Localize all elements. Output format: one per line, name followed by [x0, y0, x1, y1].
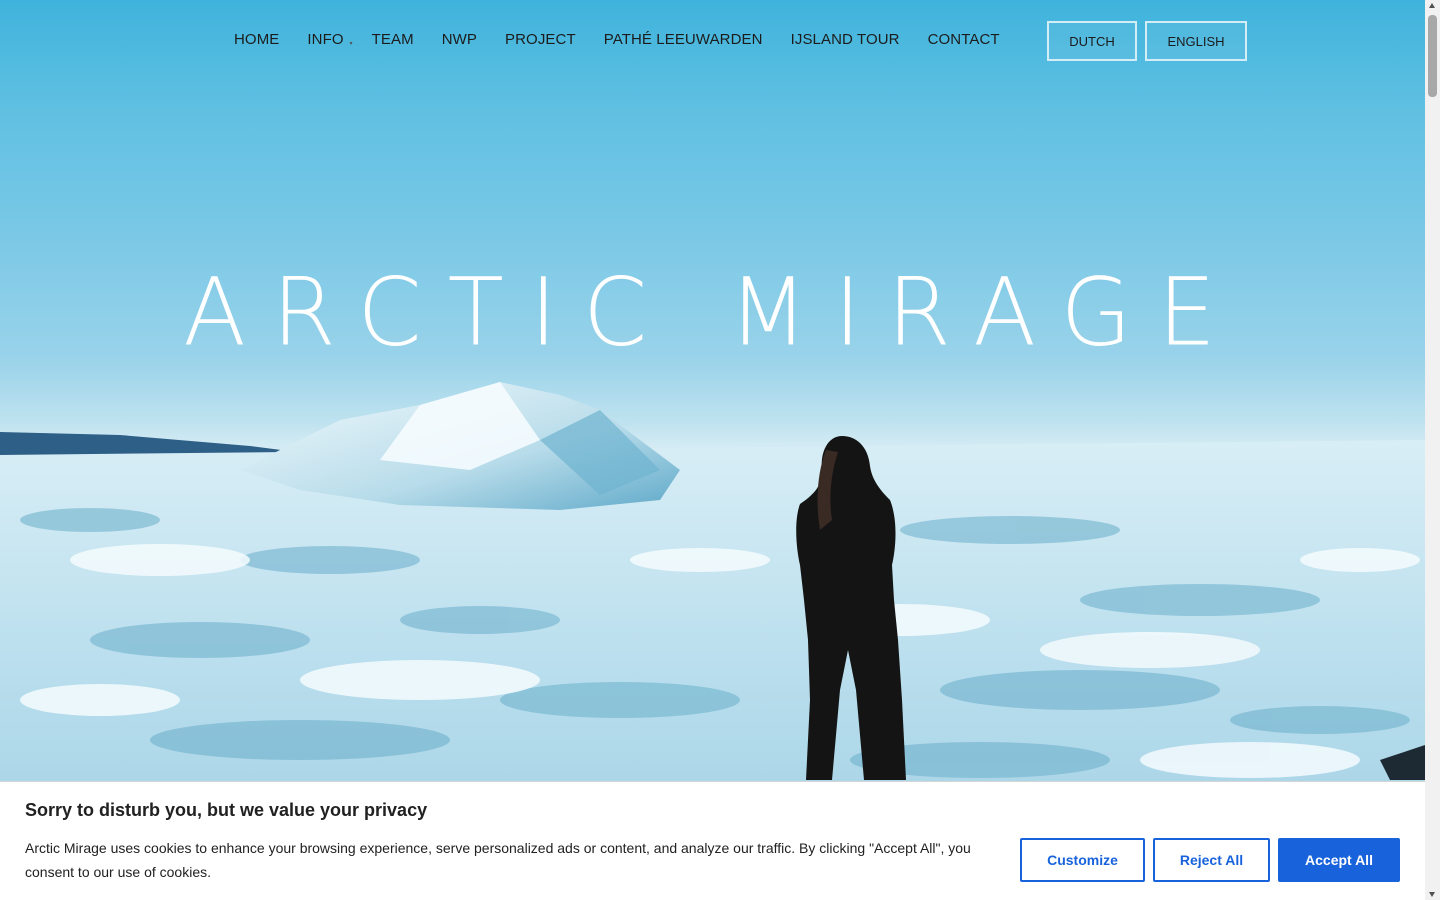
nav-team-label: TEAM: [371, 31, 414, 48]
nav-nwp[interactable]: NWP: [428, 30, 491, 50]
hero-title-text: ARCTIC MIRAGE: [183, 257, 1242, 368]
nav-ijsland-label: IJSLAND TOUR: [790, 31, 900, 48]
nav-pathe-label: PATHÉ LEEUWARDEN: [603, 31, 763, 48]
language-dutch-button[interactable]: DUTCH: [1047, 21, 1137, 61]
arrow-up-icon: [1429, 3, 1435, 8]
nav-project-label: PROJECT: [505, 31, 576, 48]
nav-team[interactable]: TEAM: [358, 30, 428, 50]
cookie-consent-banner: Sorry to disturb you, but we value your …: [0, 781, 1425, 900]
scroll-up-button[interactable]: [1425, 0, 1440, 12]
nav-info[interactable]: INFO ▾: [293, 30, 357, 50]
nav-info-label: INFO: [307, 31, 344, 48]
nav-contact[interactable]: CONTACT: [914, 30, 1014, 50]
nav-home[interactable]: HOME: [220, 30, 293, 50]
nav-pathe-leeuwarden[interactable]: PATHÉ LEEUWARDEN: [590, 30, 777, 50]
page: HOME INFO ▾ TEAM NWP PROJECT PATHÉ LEEUWA…: [0, 0, 1425, 900]
nav-project[interactable]: PROJECT: [491, 30, 590, 50]
nav-ijsland-tour[interactable]: IJSLAND TOUR: [777, 30, 914, 50]
nav-nwp-label: NWP: [441, 31, 478, 48]
hero-title: ARCTIC MIRAGE: [0, 258, 1425, 368]
reject-all-button[interactable]: Reject All: [1153, 838, 1270, 882]
cookie-title: Sorry to disturb you, but we value your …: [25, 800, 428, 820]
arrow-down-icon: [1429, 892, 1435, 897]
nav-home-label: HOME: [234, 31, 280, 48]
language-english-button[interactable]: ENGLISH: [1145, 21, 1247, 61]
accept-all-button[interactable]: Accept All: [1278, 838, 1400, 882]
customize-button[interactable]: Customize: [1020, 838, 1145, 882]
scroll-down-button[interactable]: [1425, 888, 1440, 900]
ice-landscape-image: [0, 382, 1425, 900]
scrollbar-thumb[interactable]: [1428, 15, 1437, 97]
hero-background-image: [0, 0, 1425, 900]
nav-contact-label: CONTACT: [927, 31, 1000, 48]
submenu-caret-icon: ▾: [349, 41, 353, 47]
cookie-description: Arctic Mirage uses cookies to enhance yo…: [25, 840, 971, 880]
main-menu: HOME INFO ▾ TEAM NWP PROJECT PATHÉ LEEUWA…: [220, 30, 1014, 50]
top-navigation: HOME INFO ▾ TEAM NWP PROJECT PATHÉ LEEUWA…: [0, 0, 1425, 82]
vertical-scrollbar[interactable]: [1425, 0, 1440, 900]
